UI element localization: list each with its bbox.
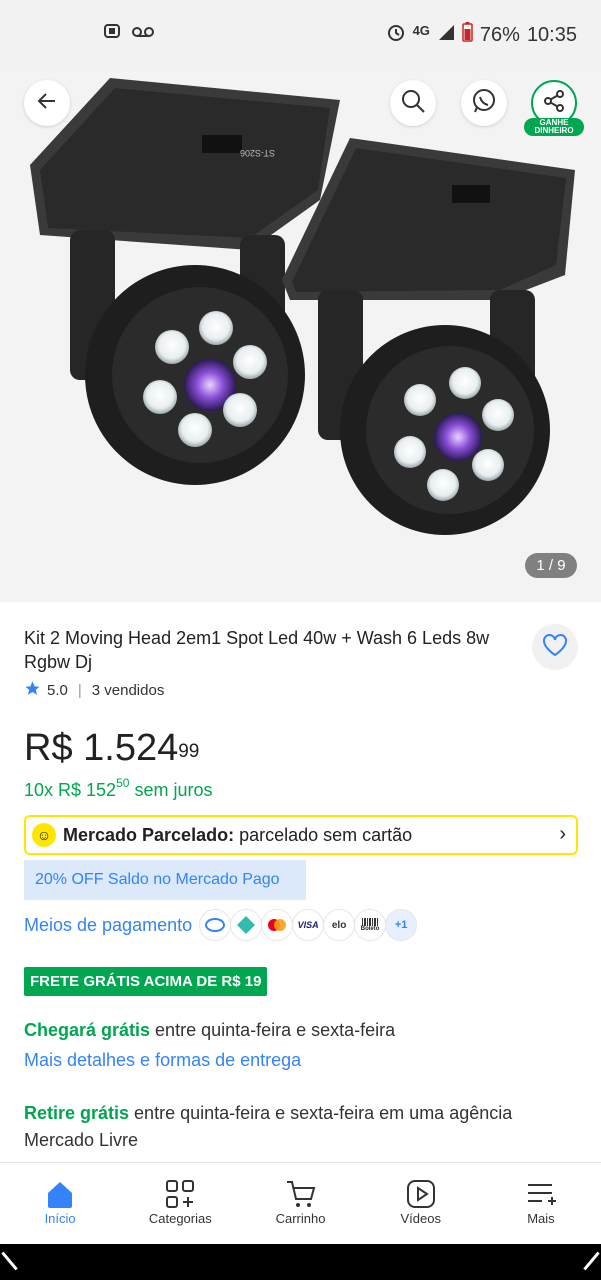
battery-icon [462,22,473,48]
clock: 10:35 [526,23,577,46]
piggy-bank-icon: ☺ [32,823,56,847]
nav-home[interactable]: Início [0,1163,120,1244]
heart-icon [542,633,568,662]
chevron-right-icon: › [559,823,566,845]
mercado-parcelado-banner[interactable]: ☺ Mercado Parcelado: parcelado sem cartã… [24,815,578,855]
mercado-pago-icon [199,909,232,941]
mastercard-icon [261,909,294,941]
arrow-left-icon [35,89,59,118]
elo-icon: elo [323,909,356,941]
search-button[interactable] [390,80,436,126]
notification-icon [104,24,120,43]
free-shipping-badge: FRETE GRÁTIS ACIMA DE R$ 19 [24,967,268,996]
status-bar: 4G 76% 10:35 [0,0,601,70]
whatsapp-icon [470,87,498,120]
bottom-navigation: Início Categorias Carrinho Vídeos Mais [0,1162,601,1244]
pickup-info: Retire grátis entre quinta-feira e sexta… [24,1103,518,1150]
delivery-info: Chegará grátis entre quinta-feira e sext… [24,1020,396,1040]
nav-more[interactable]: Mais [481,1163,601,1244]
favorite-button[interactable] [532,624,578,670]
gesture-bar [0,1244,601,1280]
home-icon [45,1177,75,1211]
rating-value: 5.0 [47,682,68,699]
video-icon [406,1177,436,1211]
battery-level: 76% [479,23,520,46]
star-icon [24,680,41,701]
boleto-icon: Boleto [354,909,387,941]
product-image-gallery[interactable]: ST-S206 [0,0,601,602]
image-counter: 1 / 9 [525,553,577,578]
whatsapp-share-button[interactable] [461,80,507,126]
price: R$ 1.52499 [24,727,200,769]
categories-icon [165,1177,195,1211]
voicemail-icon [132,25,154,43]
share-earn-badge: GANHE DINHEIRO [524,118,584,136]
moving-head-light-2 [282,138,575,535]
delivery-details-link[interactable]: Mais detalhes e formas de entrega [24,1050,301,1071]
nav-videos[interactable]: Vídeos [361,1163,481,1244]
sold-count: 3 vendidos [91,682,165,699]
menu-icon [526,1177,556,1211]
signal-icon [437,23,455,47]
rating-row[interactable]: 5.0 | 3 vendidos [24,680,164,701]
payment-methods[interactable]: Meios de pagamento VISA elo Boleto +1 [24,904,418,946]
share-icon [542,89,566,118]
visa-icon: VISA [292,909,325,941]
product-title: Kit 2 Moving Head 2em1 Spot Led 40w + Wa… [24,628,490,672]
nav-categories[interactable]: Categorias [120,1163,240,1244]
alarm-icon [386,22,406,48]
svg-text:ST-S206: ST-S206 [240,148,275,158]
nav-cart[interactable]: Carrinho [240,1163,360,1244]
payment-methods-link[interactable]: Meios de pagamento [24,915,192,936]
product-image: ST-S206 [30,78,575,535]
network-type: 4G [412,22,430,38]
installments: 10x R$ 15250 sem juros [24,776,213,800]
more-payment-methods[interactable]: +1 [385,909,418,941]
search-icon [400,88,426,119]
cart-icon [285,1177,317,1211]
back-button[interactable] [24,80,70,126]
price-cents: 99 [178,741,200,762]
pix-icon [230,909,263,941]
share-earn-button[interactable]: GANHE DINHEIRO [524,78,584,138]
discount-banner[interactable]: 20% OFF Saldo no Mercado Pago [24,860,306,900]
